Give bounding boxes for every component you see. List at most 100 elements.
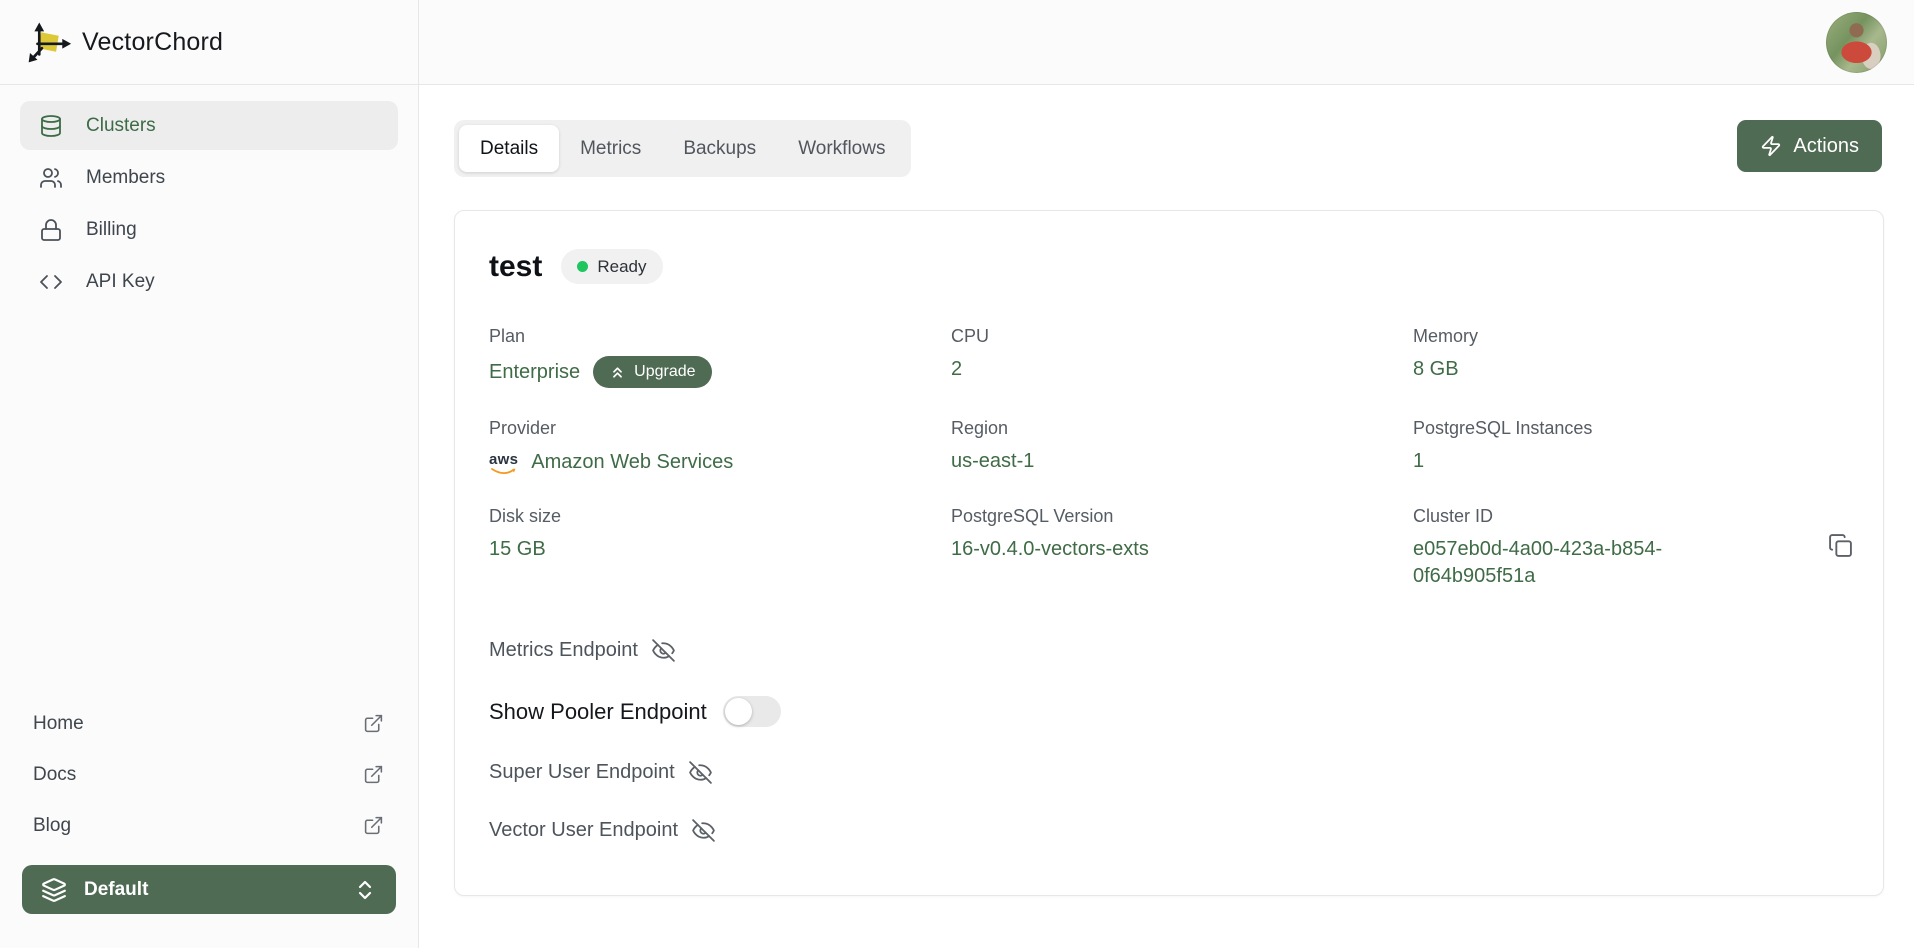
sidebar-link-label: Blog: [33, 815, 71, 837]
field-label: PostgreSQL Instances: [1413, 418, 1849, 439]
user-avatar[interactable]: [1826, 12, 1887, 73]
layers-icon: [41, 877, 67, 903]
status-badge: Ready: [561, 249, 662, 284]
field-label: Disk size: [489, 506, 951, 527]
field-label: CPU: [951, 326, 1413, 347]
field-value: 1: [1413, 448, 1849, 475]
brand-name: VectorChord: [82, 28, 223, 57]
external-link-icon: [363, 764, 384, 785]
tab-label: Workflows: [798, 138, 885, 160]
sidebar-item-billing[interactable]: Billing: [20, 205, 398, 254]
super-user-endpoint-row: Super User Endpoint: [489, 760, 1849, 785]
field-postgresql-version: PostgreSQL Version 16-v0.4.0-vectors-ext…: [951, 506, 1413, 590]
upgrade-button-label: Upgrade: [634, 363, 695, 381]
field-label: Plan: [489, 326, 951, 347]
cluster-id-value: e057eb0d-4a00-423a-b854-0f64b905f51a: [1413, 536, 1713, 590]
metrics-endpoint-row: Metrics Endpoint: [489, 638, 1849, 663]
aws-logo-text: aws: [489, 452, 518, 467]
sidebar-item-clusters[interactable]: Clusters: [20, 101, 398, 150]
vector-user-endpoint-label: Vector User Endpoint: [489, 819, 678, 842]
topbar: [419, 0, 1914, 85]
status-label: Ready: [597, 257, 646, 277]
tab-metrics[interactable]: Metrics: [559, 125, 662, 172]
field-disk-size: Disk size 15 GB: [489, 506, 951, 590]
copy-icon: [1828, 533, 1853, 558]
vector-user-endpoint-row: Vector User Endpoint: [489, 818, 1849, 843]
tab-label: Metrics: [580, 138, 641, 160]
tab-backups[interactable]: Backups: [662, 125, 777, 172]
chevrons-up-icon: [609, 364, 626, 381]
sidebar-link-blog[interactable]: Blog: [22, 800, 396, 851]
aws-logo-icon: aws: [489, 452, 518, 476]
endpoints-section: Metrics Endpoint Show Pooler Endpoint Su…: [489, 638, 1849, 843]
eye-off-icon[interactable]: [651, 638, 676, 663]
chevrons-up-down-icon: [353, 878, 377, 902]
lock-icon: [39, 218, 63, 242]
metrics-endpoint-label: Metrics Endpoint: [489, 639, 638, 662]
field-value: 8 GB: [1413, 356, 1849, 383]
external-link-icon: [363, 713, 384, 734]
field-label: Memory: [1413, 326, 1849, 347]
sidebar-link-home[interactable]: Home: [22, 698, 396, 749]
sidebar: VectorChord Clusters Members Billing API…: [0, 0, 419, 948]
eye-off-icon[interactable]: [691, 818, 716, 843]
sidebar-item-api-key[interactable]: API Key: [20, 257, 398, 306]
status-dot-icon: [577, 261, 588, 272]
content: Details Metrics Backups Workflows Action…: [419, 85, 1914, 948]
field-cluster-id: Cluster ID e057eb0d-4a00-423a-b854-0f64b…: [1413, 506, 1849, 590]
cluster-name: test: [489, 250, 542, 284]
field-label: PostgreSQL Version: [951, 506, 1413, 527]
field-label: Cluster ID: [1413, 506, 1849, 527]
main-area: Details Metrics Backups Workflows Action…: [419, 0, 1914, 948]
field-plan: Plan Enterprise Upgrade: [489, 326, 951, 388]
field-provider: Provider aws Amazon Web Services: [489, 418, 951, 476]
sidebar-link-docs[interactable]: Docs: [22, 749, 396, 800]
content-header: Details Metrics Backups Workflows Action…: [454, 120, 1884, 177]
cluster-fields-grid: Plan Enterprise Upgrade CPU 2: [489, 326, 1849, 590]
org-selector-button[interactable]: Default: [22, 865, 396, 914]
sidebar-item-label: Members: [86, 167, 165, 189]
zap-icon: [1760, 135, 1782, 157]
field-value: Enterprise: [489, 359, 580, 386]
cluster-details-card: test Ready Plan Enterprise: [454, 210, 1884, 896]
copy-cluster-id-button[interactable]: [1824, 529, 1857, 562]
show-pooler-endpoint-label: Show Pooler Endpoint: [489, 699, 707, 725]
eye-off-icon[interactable]: [688, 760, 713, 785]
external-link-icon: [363, 815, 384, 836]
brand[interactable]: VectorChord: [0, 0, 418, 85]
tab-details[interactable]: Details: [459, 125, 559, 172]
field-value: 16-v0.4.0-vectors-exts: [951, 536, 1413, 563]
sidebar-item-label: API Key: [86, 271, 155, 293]
upgrade-button[interactable]: Upgrade: [593, 356, 711, 388]
field-value: 15 GB: [489, 536, 951, 563]
code-icon: [39, 270, 63, 294]
super-user-endpoint-label: Super User Endpoint: [489, 761, 675, 784]
actions-button[interactable]: Actions: [1737, 120, 1882, 172]
sidebar-nav: Clusters Members Billing API Key: [0, 85, 418, 306]
field-memory: Memory 8 GB: [1413, 326, 1849, 388]
field-value: us-east-1: [951, 448, 1413, 475]
tab-label: Backups: [683, 138, 756, 160]
pooler-endpoint-row: Show Pooler Endpoint: [489, 696, 1849, 727]
sidebar-item-label: Billing: [86, 219, 137, 241]
tab-bar: Details Metrics Backups Workflows: [454, 120, 911, 177]
actions-button-label: Actions: [1793, 135, 1859, 158]
database-icon: [39, 114, 63, 138]
field-postgresql-instances: PostgreSQL Instances 1: [1413, 418, 1849, 476]
field-value: Amazon Web Services: [531, 449, 733, 476]
vectorchord-logo-icon: [26, 19, 72, 65]
cluster-title-row: test Ready: [489, 249, 1849, 284]
sidebar-link-label: Docs: [33, 764, 76, 786]
field-cpu: CPU 2: [951, 326, 1413, 388]
sidebar-item-members[interactable]: Members: [20, 153, 398, 202]
field-label: Provider: [489, 418, 951, 439]
field-value: 2: [951, 356, 1413, 383]
tab-label: Details: [480, 138, 538, 160]
org-selector-label: Default: [84, 879, 148, 901]
users-icon: [39, 166, 63, 190]
toggle-knob: [725, 698, 752, 725]
field-label: Region: [951, 418, 1413, 439]
pooler-endpoint-toggle[interactable]: [723, 696, 781, 727]
tab-workflows[interactable]: Workflows: [777, 125, 906, 172]
sidebar-footer: Home Docs Blog Default: [0, 698, 418, 948]
